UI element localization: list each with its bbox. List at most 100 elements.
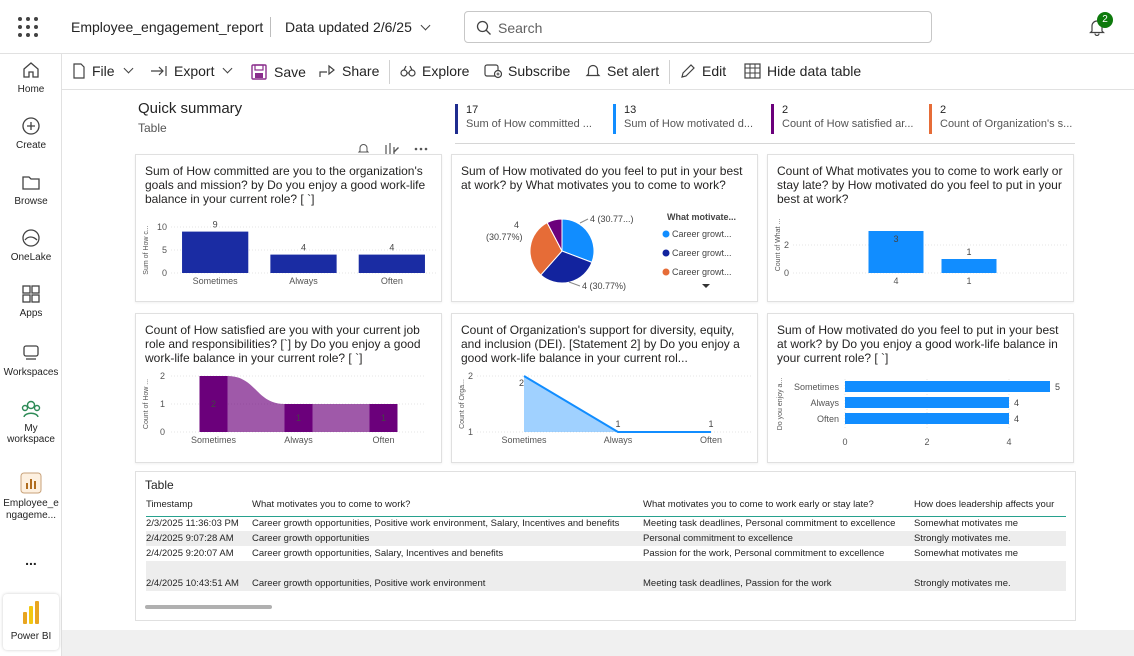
y-tick-label: Always (810, 398, 839, 408)
ribbon-chart: 0 1 2 Count of How ... 2 Sometimes 1 Always 1 Oft… (143, 371, 426, 445)
subscribe-label: Subscribe (508, 63, 571, 79)
column-header[interactable]: Timestamp (146, 494, 252, 517)
column-header[interactable]: What motivates you to come to work? (252, 494, 643, 517)
data-label: 9 (213, 220, 218, 230)
column-header[interactable]: How does leadership affects your (914, 494, 1066, 517)
data-label: (30.77%) (486, 232, 523, 242)
set-alert-button[interactable]: Set alert (585, 63, 659, 79)
file-menu[interactable]: File (72, 63, 134, 79)
bar (845, 381, 1050, 392)
nav-label: Create (15, 140, 46, 151)
table-row[interactable] (146, 561, 1066, 576)
table-cell: Somewhat motivates me (914, 518, 1019, 530)
y-tick-label: Sometimes (794, 382, 840, 392)
edit-button[interactable]: Edit (680, 63, 726, 79)
file-label: File (92, 63, 115, 79)
search-icon (476, 20, 491, 35)
chart-card-motivation-pie[interactable]: Sum of How motivated do you feel to put … (451, 154, 758, 302)
table-cell: Meeting task deadlines, Personal commitm… (643, 518, 896, 530)
column-chart: 0 5 10 Sum of How c... 9 Sometimes 4 Always 4 Oft… (143, 220, 436, 286)
table-row[interactable]: 2/4/2025 10:43:51 AM Career growth opport… (146, 576, 1066, 591)
report-name[interactable]: Employee_engagement_report (71, 19, 263, 35)
nav-create[interactable]: Create (0, 116, 62, 151)
export-menu[interactable]: Export (150, 63, 233, 79)
app-launcher-icon[interactable] (18, 17, 38, 37)
data-label: 1 (615, 419, 620, 429)
kpi-value: 13 (624, 104, 637, 116)
kpi-card[interactable]: 13 Sum of How motivated d... (613, 104, 774, 134)
chart-card-motivation-balance[interactable]: Sum of How motivated do you feel to put … (767, 313, 1074, 463)
nav-apps[interactable]: Apps (0, 284, 62, 319)
kpi-label: Sum of How committed ... (466, 118, 592, 130)
kpi-card[interactable]: 2 Count of How satisfied ar... (771, 104, 932, 134)
explore-label: Explore (422, 63, 470, 79)
table-row[interactable]: 2/4/2025 9:07:28 AM Career growth opportu… (146, 531, 1066, 546)
nav-label: My workspace (7, 423, 55, 445)
subscribe-button[interactable]: Subscribe (484, 63, 570, 79)
table-header-row: Timestamp What motivates you to come to … (146, 494, 1066, 517)
chart-card-satisfaction[interactable]: Count of How satisfied are you with your… (135, 313, 442, 463)
search-box[interactable]: Search (464, 11, 932, 43)
ribbon (227, 376, 285, 432)
table-cell: Career growth opportunities, Salary, Inc… (252, 548, 504, 559)
y-tick-label: 5 (162, 245, 167, 255)
share-button[interactable]: Share (318, 63, 379, 79)
top-bar: Employee_engagement_report Data updated … (0, 0, 1134, 54)
nav-label: Home (17, 84, 45, 95)
data-label: 5 (1055, 382, 1060, 392)
legend-title: What motivate... (667, 212, 736, 222)
y-tick-label: 2 (160, 371, 165, 381)
table-cell: Personal commitment to excellence (643, 531, 914, 546)
y-axis-title: Count of What ... (775, 219, 782, 272)
legend-marker (662, 268, 670, 276)
column-header[interactable]: What motivates you to come to work early… (643, 494, 914, 517)
more-options-icon[interactable] (414, 147, 428, 151)
more-icon[interactable]: ... (0, 552, 62, 568)
hide-data-table-button[interactable]: Hide data table (744, 63, 861, 79)
kpi-card[interactable]: 2 Count of Organization's s... (929, 104, 1075, 134)
nav-report[interactable]: Employee_engageme... (0, 472, 62, 522)
x-tick-label: Always (284, 435, 313, 445)
chart-card-dei[interactable]: Count of Organization's support for dive… (451, 313, 758, 463)
data-label: 4 (1014, 414, 1019, 424)
data-table-card[interactable]: Table Timestamp What motivates you to co… (135, 471, 1076, 621)
table-cell: 2/4/2025 10:43:51 AM (146, 576, 252, 591)
binoculars-icon (400, 65, 416, 77)
nav-power-bi[interactable]: Power BI (3, 594, 59, 650)
kpi-value: 17 (466, 104, 479, 116)
nav-onelake[interactable]: OneLake (0, 228, 62, 263)
nav-workspaces[interactable]: Workspaces (0, 343, 62, 378)
table-title: Table (145, 478, 174, 492)
hide-data-table-label: Hide data table (767, 63, 862, 79)
legend-item: Career growt... (672, 229, 732, 239)
y-tick-label: 2 (784, 240, 789, 250)
table-cell: 2/4/2025 9:07:28 AM (146, 531, 252, 546)
nav-browse[interactable]: Browse (0, 172, 62, 207)
data-label: 1 (381, 413, 386, 423)
workspaces-icon (23, 345, 39, 360)
kpi-value: 2 (940, 104, 947, 116)
x-tick-label: Always (289, 276, 318, 286)
chart-card-early-late[interactable]: Count of What motivates you to come to w… (767, 154, 1074, 302)
explore-button[interactable]: Explore (400, 63, 469, 79)
x-tick-label: Often (381, 276, 403, 286)
y-tick-label: 0 (160, 427, 165, 437)
data-updated-dropdown[interactable]: Data updated 2/6/25 (285, 19, 431, 35)
ribbon (312, 404, 370, 432)
nav-home[interactable]: Home (0, 60, 62, 95)
table-row[interactable]: 2/4/2025 9:20:07 AM Career growth opportu… (146, 546, 1066, 561)
report-icon (20, 472, 42, 494)
chart-card-committed[interactable]: Sum of How committed are you to the orga… (135, 154, 442, 302)
chevron-down-icon (420, 20, 431, 31)
export-icon (151, 66, 167, 76)
nav-my-workspace[interactable]: My workspace (0, 399, 62, 445)
kpi-label: Count of How satisfied ar... (782, 118, 914, 130)
set-alert-label: Set alert (607, 63, 660, 79)
table-row[interactable]: 2/3/2025 11:36:03 PM Career growth opport… (146, 516, 1066, 531)
save-button[interactable]: Save (250, 63, 306, 81)
quick-summary-title: Quick summary (138, 100, 243, 117)
home-icon (23, 62, 39, 78)
horizontal-scrollbar[interactable] (145, 605, 272, 609)
kpi-card[interactable]: 17 Sum of How committed ... (455, 104, 616, 134)
y-tick-label: 0 (784, 268, 789, 278)
